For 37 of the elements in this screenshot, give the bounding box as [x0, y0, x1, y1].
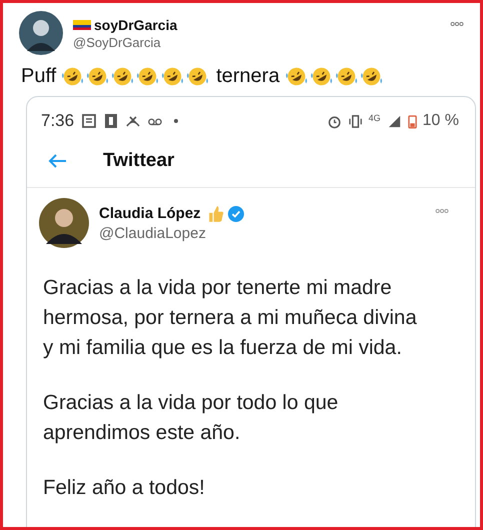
- avatar[interactable]: [19, 11, 63, 55]
- back-arrow-icon[interactable]: [47, 153, 67, 169]
- author-handle[interactable]: @ClaudiaLopez: [99, 224, 425, 242]
- battery-icon: [408, 114, 417, 128]
- status-time: 7:36: [41, 111, 74, 131]
- laughing-face-icon: [310, 66, 332, 87]
- laughing-face-icon: [336, 66, 357, 87]
- author-name[interactable]: soyDrGarcia: [94, 16, 178, 32]
- laughing-face-icon: [112, 66, 134, 87]
- laughing-face-icon: [87, 66, 108, 87]
- tweet-paragraph: Gracias a la vida por tenerte mi madre hermosa, por ternera a mi muñeca divina y mi familia que es la fuerza de mi vida.: [43, 275, 418, 361]
- laughing-face-icon: [62, 66, 84, 87]
- tweet-paragraph: Gracias a la vida por todo lo que aprendimos este año.: [43, 390, 340, 446]
- laughing-face-icon: [162, 66, 184, 87]
- network-type: 4G: [368, 113, 381, 123]
- laughing-face-icon: [360, 66, 382, 87]
- screen-title: Twittear: [103, 150, 174, 172]
- laughing-face-icon: [286, 66, 307, 87]
- news-icon: [82, 113, 96, 129]
- thumbs-up-icon: [206, 204, 225, 222]
- post-text: Puff: [21, 65, 56, 88]
- battery-percent: 10 %: [422, 112, 459, 130]
- avatar[interactable]: [39, 198, 89, 248]
- more-icon[interactable]: [435, 208, 449, 214]
- author-name[interactable]: Claudia López: [99, 205, 201, 222]
- app-icon: [104, 113, 118, 129]
- author-handle[interactable]: @SoyDrGarcia: [73, 34, 440, 50]
- alarm-icon: [326, 114, 342, 128]
- post-text: ternera: [216, 65, 280, 88]
- tweet-paragraph: Feliz año a todos!: [43, 475, 206, 501]
- vibrate-icon: [348, 114, 363, 128]
- flag-icon: [73, 20, 91, 30]
- signal-icon: [386, 114, 402, 128]
- laughing-face-icon: [187, 66, 208, 87]
- more-icon[interactable]: [450, 21, 464, 27]
- dot-icon: [174, 119, 178, 123]
- laughing-face-icon: [137, 66, 158, 87]
